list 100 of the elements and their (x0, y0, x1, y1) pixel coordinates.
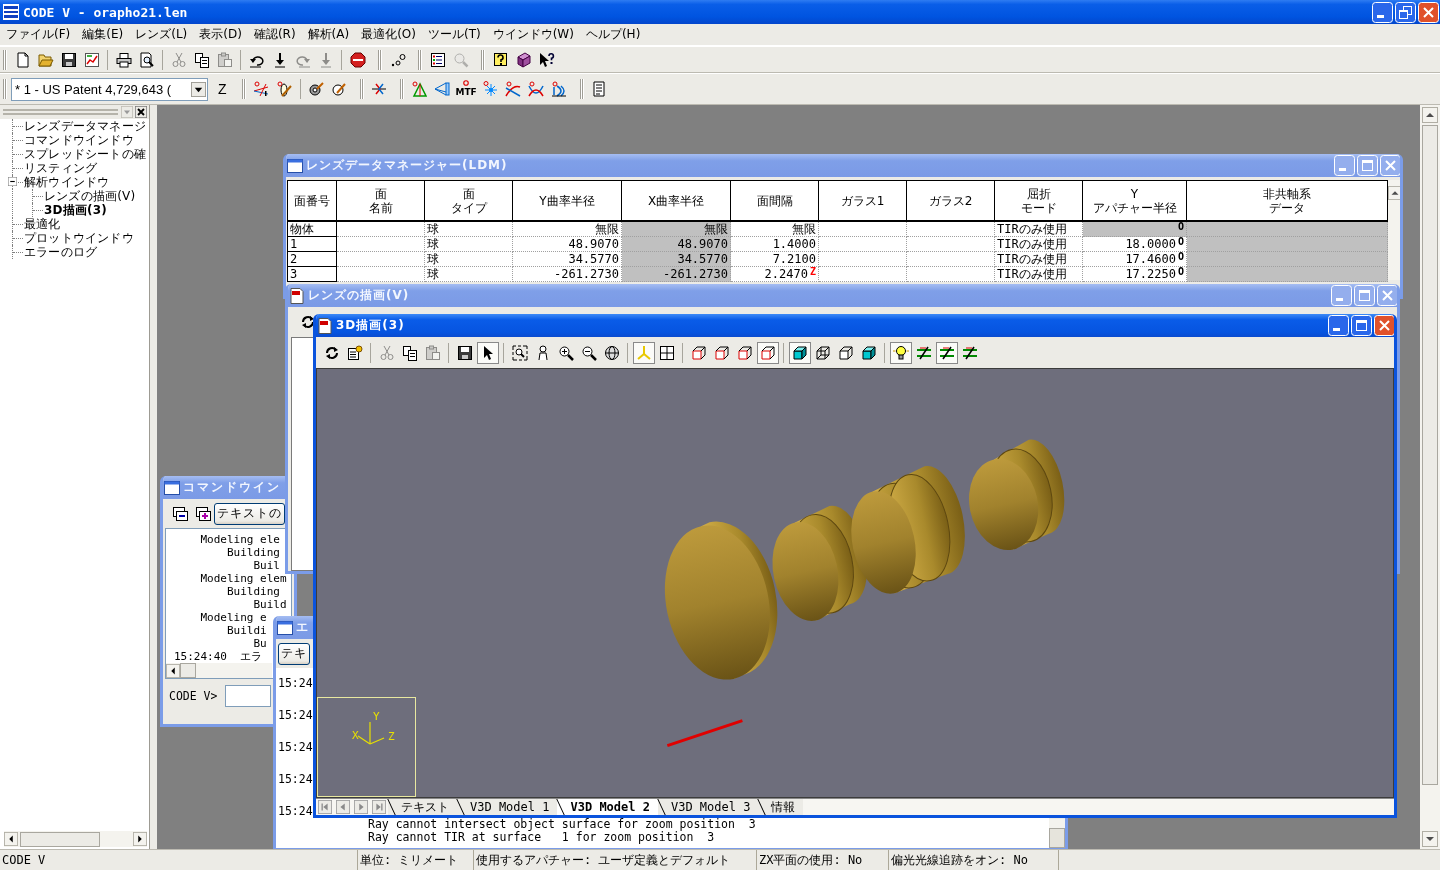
tree-item[interactable]: プロットウインドウ (24, 231, 134, 245)
toolbar-grip[interactable] (481, 49, 485, 70)
question-icon[interactable] (492, 51, 509, 68)
striped-lines-icon[interactable] (961, 344, 978, 361)
mtf-button[interactable]: MTF (455, 79, 477, 99)
triangle-rays-icon[interactable] (411, 81, 428, 97)
toolbar-grip[interactable] (359, 79, 364, 99)
scrollbar-thumb[interactable] (1422, 125, 1438, 785)
grid-icon[interactable] (658, 344, 675, 361)
menu-item[interactable]: レンズ(L) (129, 26, 194, 43)
scrollbar-thumb[interactable] (20, 831, 100, 847)
shaded-cube-icon[interactable] (788, 341, 811, 364)
crossing-curves-icon[interactable] (505, 81, 522, 97)
window-minus-icon[interactable] (171, 505, 188, 522)
cube-icon[interactable] (713, 344, 730, 361)
window-plus-icon[interactable] (194, 505, 211, 522)
menu-item[interactable]: ヘルプ(H) (579, 26, 647, 43)
cube-icon[interactable] (736, 344, 753, 361)
menu-item[interactable]: 最適化(O) (355, 26, 422, 43)
command-input[interactable] (225, 685, 272, 707)
restore-icon[interactable] (1395, 1, 1416, 23)
clear-text-button[interactable]: テキ (278, 642, 310, 665)
tree-item[interactable]: スプレッドシートの確 (24, 147, 146, 161)
last-icon[interactable] (372, 800, 386, 814)
lens-pencil-icon[interactable] (276, 81, 293, 97)
menu-item[interactable]: ツール(T) (422, 26, 487, 43)
next-icon[interactable] (354, 800, 368, 814)
minimize-icon[interactable] (1372, 1, 1393, 23)
cube-icon[interactable] (756, 341, 779, 364)
checklist-icon[interactable] (429, 51, 446, 68)
zoom-button[interactable]: Z (212, 81, 233, 97)
tree-item[interactable]: 最適化 (24, 217, 61, 231)
view-tab[interactable]: V3D Model 3 (657, 799, 759, 815)
menu-item[interactable]: 編集(E) (76, 26, 130, 43)
circle-pencil-icon[interactable] (331, 81, 348, 97)
light-bulb-icon[interactable] (889, 341, 912, 364)
view-tab[interactable]: V3D Model 2 (557, 799, 658, 815)
wireframe-cube-icon[interactable] (814, 344, 831, 361)
tree-item[interactable]: コマンドウインドウ (24, 133, 134, 147)
globe-icon[interactable] (603, 344, 620, 361)
striped-lines-icon[interactable] (935, 341, 958, 364)
copy-icon[interactable] (401, 344, 418, 361)
lens-select[interactable]: * 1 - US Patent 4,729,643 ( (11, 77, 208, 101)
previous-icon[interactable] (336, 800, 350, 814)
refresh-icon[interactable] (323, 344, 340, 361)
close-icon[interactable] (135, 106, 147, 118)
star-burst-icon[interactable] (482, 81, 499, 97)
ray-axis-icon[interactable] (371, 81, 388, 97)
page-gear-icon[interactable] (346, 344, 363, 361)
dots-icon[interactable] (389, 51, 406, 68)
cube-outline-icon[interactable] (837, 344, 854, 361)
book-icon[interactable] (515, 51, 532, 68)
shaded-cube-icon[interactable] (860, 344, 877, 361)
menu-item[interactable]: 表示(D) (193, 26, 248, 43)
menu-item[interactable]: ウインドウ(W) (486, 26, 580, 43)
toolbar-grip[interactable] (399, 79, 404, 99)
folder-icon[interactable] (37, 51, 54, 68)
toolbar-grip[interactable] (579, 79, 584, 99)
gear-pencil-icon[interactable] (308, 81, 325, 97)
intersecting-arcs-icon[interactable] (528, 81, 545, 97)
pointer-icon[interactable] (476, 341, 499, 364)
clear-text-button[interactable]: テキストの (214, 502, 285, 525)
tree-item[interactable]: 3D描画(3) (44, 203, 108, 217)
striped-lines-icon[interactable] (915, 344, 932, 361)
arc-lines-icon[interactable] (551, 81, 568, 97)
collapse-box-icon[interactable] (8, 177, 17, 186)
menu-item[interactable]: ファイル(F) (0, 26, 77, 43)
fan-lines-icon[interactable] (434, 81, 451, 97)
minimize-icon[interactable] (1328, 315, 1349, 336)
zoom-out-icon[interactable] (580, 344, 597, 361)
copy-icon[interactable] (193, 51, 210, 68)
view-tab[interactable]: V3D Model 1 (457, 799, 558, 815)
scrollbar-thumb[interactable] (180, 663, 196, 678)
tree-item[interactable]: レンズの描画(V) (44, 189, 136, 203)
chart-icon[interactable] (83, 51, 100, 68)
toolbar-grip[interactable] (378, 49, 382, 70)
toolbar-grip[interactable] (418, 49, 422, 70)
pointer-question-icon[interactable] (538, 51, 555, 68)
zoom-box-icon[interactable] (511, 344, 528, 361)
up-arrow-icon[interactable] (1388, 186, 1400, 200)
first-icon[interactable] (318, 800, 332, 814)
tree-item[interactable]: エラーのログ (24, 245, 98, 259)
stop-sign-icon[interactable] (349, 51, 366, 68)
ray-fan-icon[interactable] (253, 81, 270, 97)
toolbar-grip[interactable] (241, 79, 246, 99)
tree-item[interactable]: 解析ウインドウ (24, 175, 110, 189)
tree-item[interactable]: レンズデータマネージ (24, 119, 146, 133)
toolbar-grip[interactable] (3, 49, 7, 70)
printer-icon[interactable] (115, 51, 132, 68)
maximize-icon[interactable] (1351, 315, 1372, 336)
menu-item[interactable]: 確認(R) (247, 26, 302, 43)
menu-item[interactable]: 解析(A) (301, 26, 356, 43)
toolbar-grip[interactable] (3, 79, 7, 99)
scrollbar-thumb[interactable] (1049, 828, 1065, 848)
view-tab[interactable]: テキスト (388, 799, 457, 815)
zoom-in-icon[interactable] (557, 344, 574, 361)
page-icon[interactable] (14, 51, 31, 68)
magnifier-page-icon[interactable] (138, 51, 155, 68)
tree-item[interactable]: リスティング (24, 161, 98, 175)
cube-icon[interactable] (690, 344, 707, 361)
